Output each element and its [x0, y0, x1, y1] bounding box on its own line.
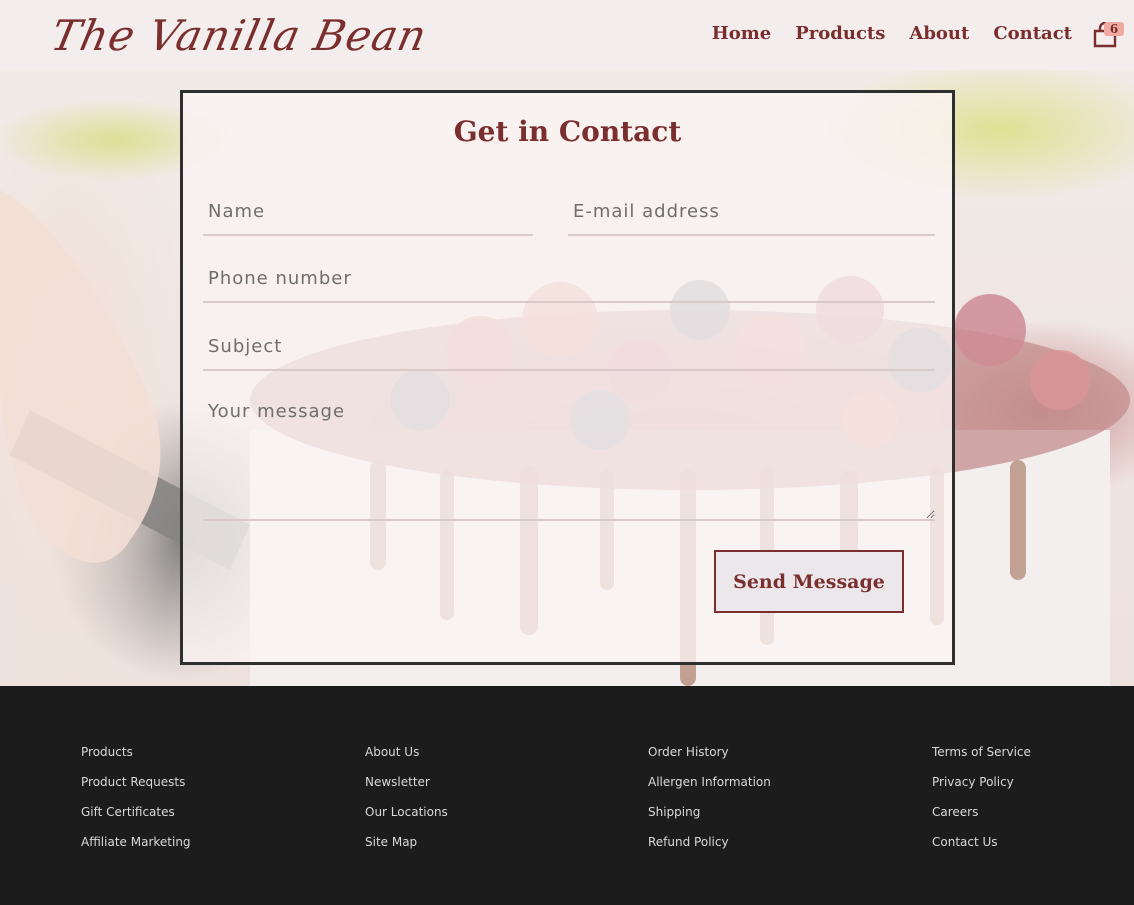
- footer-link-careers[interactable]: Careers: [932, 803, 1031, 821]
- footer-link-products[interactable]: Products: [81, 743, 191, 761]
- footer-link-terms-of-service[interactable]: Terms of Service: [932, 743, 1031, 761]
- footer-link-refund-policy[interactable]: Refund Policy: [648, 833, 771, 851]
- nav-products-link[interactable]: Products: [795, 18, 885, 50]
- subject-input[interactable]: [203, 323, 935, 371]
- cart-button[interactable]: 6: [1090, 18, 1126, 52]
- footer-link-gift-certificates[interactable]: Gift Certificates: [81, 803, 191, 821]
- main-nav: Home Products About Contact: [712, 18, 1072, 50]
- footer-column-4: Terms of Service Privacy Policy Careers …: [932, 743, 1031, 851]
- footer-link-privacy-policy[interactable]: Privacy Policy: [932, 773, 1031, 791]
- footer-column-2: About Us Newsletter Our Locations Site M…: [365, 743, 448, 851]
- footer-link-site-map[interactable]: Site Map: [365, 833, 448, 851]
- phone-input[interactable]: [203, 255, 935, 303]
- site-header: The Vanilla Bean Home Products About Con…: [0, 0, 1134, 70]
- site-footer: Products Product Requests Gift Certifica…: [0, 686, 1134, 905]
- cart-count-badge: 6: [1104, 22, 1124, 36]
- contact-form-title: Get in Contact: [453, 115, 682, 148]
- brand-logo[interactable]: The Vanilla Bean: [46, 6, 433, 66]
- send-message-button[interactable]: Send Message: [714, 550, 904, 613]
- footer-link-shipping[interactable]: Shipping: [648, 803, 771, 821]
- footer-link-our-locations[interactable]: Our Locations: [365, 803, 448, 821]
- email-input[interactable]: [568, 188, 935, 236]
- footer-link-allergen-information[interactable]: Allergen Information: [648, 773, 771, 791]
- footer-link-product-requests[interactable]: Product Requests: [81, 773, 191, 791]
- nav-home-link[interactable]: Home: [712, 18, 772, 50]
- footer-column-1: Products Product Requests Gift Certifica…: [81, 743, 191, 851]
- nav-contact-link[interactable]: Contact: [993, 18, 1072, 50]
- message-textarea[interactable]: [203, 393, 935, 521]
- footer-link-about-us[interactable]: About Us: [365, 743, 448, 761]
- contact-form: Get in Contact Send Message: [180, 90, 955, 665]
- nav-about-link[interactable]: About: [909, 18, 969, 50]
- footer-link-newsletter[interactable]: Newsletter: [365, 773, 448, 791]
- footer-link-order-history[interactable]: Order History: [648, 743, 771, 761]
- footer-link-contact-us[interactable]: Contact Us: [932, 833, 1031, 851]
- footer-column-3: Order History Allergen Information Shipp…: [648, 743, 771, 851]
- name-input[interactable]: [203, 188, 533, 236]
- footer-link-affiliate-marketing[interactable]: Affiliate Marketing: [81, 833, 191, 851]
